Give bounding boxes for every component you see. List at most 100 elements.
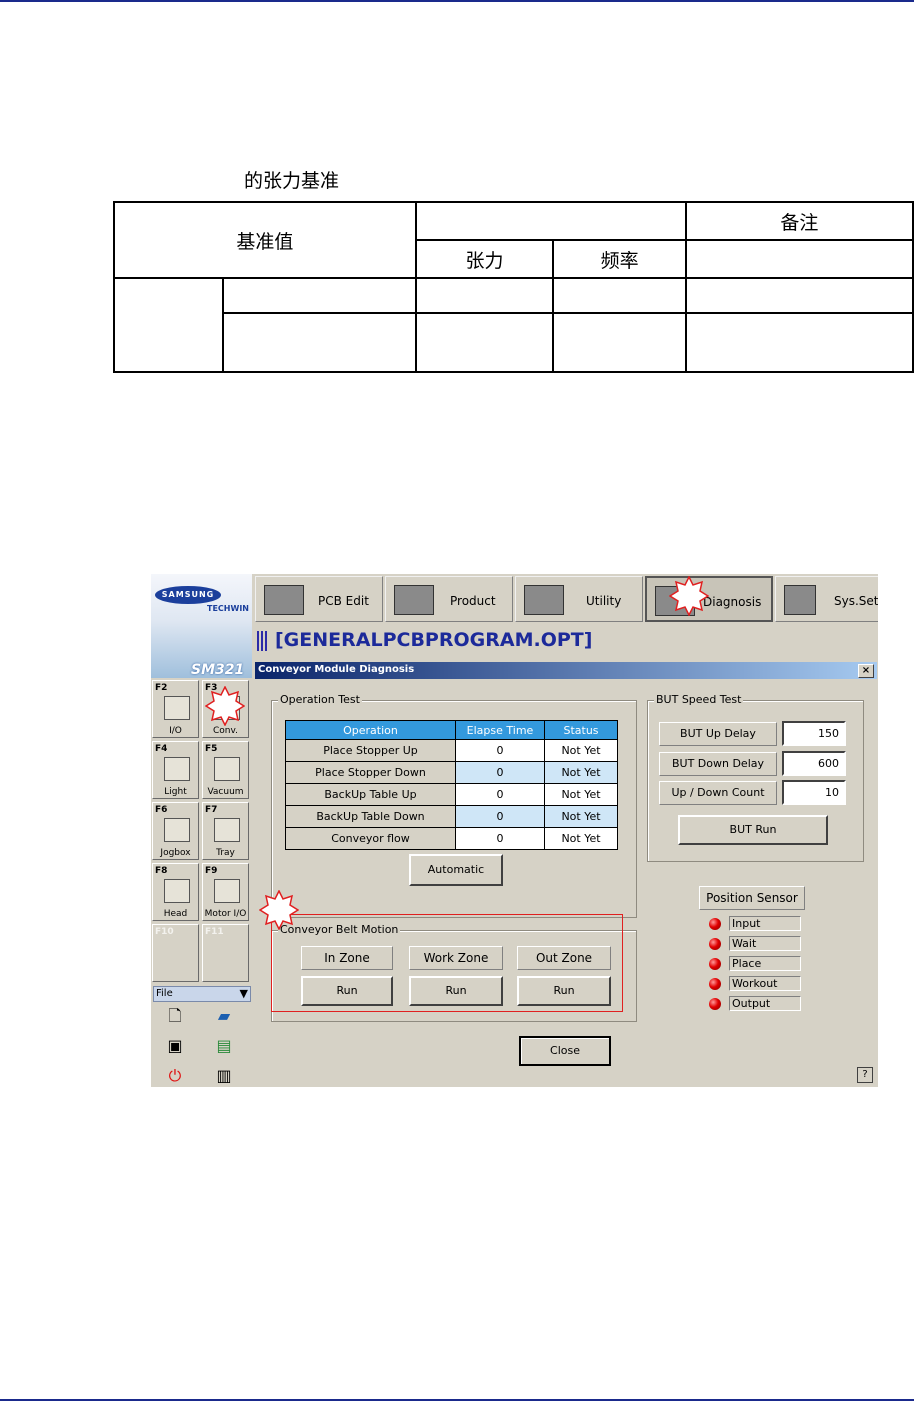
operation-table: Operation Elapse Time Status Place Stopp…: [285, 720, 618, 850]
power-icon[interactable]: ⏻: [164, 1066, 186, 1086]
sensor-workout: Workout: [729, 976, 801, 991]
sensor-output: Output: [729, 996, 801, 1011]
fkey-label: Vacuum: [207, 787, 244, 797]
toolbar-sys-set[interactable]: Sys.Set: [775, 576, 878, 622]
close-button[interactable]: Close: [519, 1036, 611, 1066]
callout-star-icon: [669, 576, 709, 616]
sensor-led-icon: [709, 938, 721, 950]
toolbar-utility[interactable]: Utility: [515, 576, 643, 622]
save-icon[interactable]: ▣: [164, 1036, 186, 1056]
fkey-code: F9: [205, 866, 218, 876]
status-cell: Not Yet: [544, 739, 618, 762]
toolbar-label: Diagnosis: [703, 595, 762, 609]
utility-icon: [524, 585, 564, 615]
jogbox-icon: [164, 818, 190, 842]
but-run-button[interactable]: BUT Run: [678, 815, 828, 845]
dropdown-arrow-icon: ▼: [239, 987, 248, 1000]
product-icon: [394, 585, 434, 615]
head-icon: [164, 879, 190, 903]
toolbar-label: Product: [450, 594, 496, 608]
group-title: BUT Speed Test: [654, 693, 744, 706]
elapse-cell: 0: [455, 761, 545, 784]
grip-icon: [257, 631, 267, 651]
fkey-code: F6: [155, 805, 168, 815]
operation-cell: Place Stopper Down: [285, 761, 456, 784]
sensor-wait: Wait: [729, 936, 801, 951]
up-down-count-input[interactable]: 10: [782, 780, 846, 805]
table-cell: [113, 277, 224, 373]
fkey-motor-io[interactable]: F9 Motor I/O: [202, 863, 249, 921]
elapse-cell: 0: [455, 805, 545, 828]
fkey-label: Light: [164, 787, 187, 797]
fkey-io[interactable]: F2 I/O: [152, 680, 199, 738]
table-cell: [414, 277, 555, 314]
tray-icon: [214, 818, 240, 842]
close-icon[interactable]: ×: [858, 664, 874, 678]
samsung-logo: SAMSUNG: [155, 586, 221, 604]
fkey-light[interactable]: F4 Light: [152, 741, 199, 799]
print-icon[interactable]: ▥: [213, 1066, 235, 1086]
table-cell: [552, 277, 687, 314]
table-row[interactable]: BackUp Table Up 0 Not Yet: [285, 783, 618, 806]
file-menu[interactable]: File ▼: [153, 986, 251, 1002]
open-folder-icon[interactable]: ▰: [213, 1006, 235, 1026]
tension-table: 基准值 备注 张力 频率: [113, 201, 914, 373]
status-cell: Not Yet: [544, 805, 618, 828]
toolbar-product[interactable]: Product: [385, 576, 513, 622]
header-baseline: 基准值: [113, 201, 417, 279]
fkey-head[interactable]: F8 Head: [152, 863, 199, 921]
fkey-code: F5: [205, 744, 218, 754]
col-header: Elapse Time: [455, 720, 545, 740]
but-up-delay-input[interactable]: 150: [782, 721, 846, 746]
fkey-tray[interactable]: F7 Tray: [202, 802, 249, 860]
help-icon[interactable]: ?: [857, 1067, 873, 1083]
tension-caption: 的张力基准: [244, 170, 340, 192]
fkey-f11[interactable]: F11: [202, 924, 249, 982]
elapse-cell: 0: [455, 783, 545, 806]
header-measure: [414, 201, 687, 241]
toolbar-label: Utility: [586, 594, 622, 608]
table-row[interactable]: BackUp Table Down 0 Not Yet: [285, 805, 618, 828]
subheader-frequency: 频率: [552, 239, 687, 279]
header-remarks: 备注: [684, 201, 914, 241]
table-row[interactable]: Place Stopper Down 0 Not Yet: [285, 761, 618, 784]
status-cell: Not Yet: [544, 783, 618, 806]
light-icon: [164, 757, 190, 781]
sensor-led-icon: [709, 978, 721, 990]
table-row[interactable]: Conveyor flow 0 Not Yet: [285, 827, 618, 850]
fkey-code: F8: [155, 866, 168, 876]
table-cell: [684, 277, 914, 314]
operation-cell: BackUp Table Down: [285, 805, 456, 828]
but-up-delay-label: BUT Up Delay: [659, 722, 777, 746]
fkey-vacuum[interactable]: F5 Vacuum: [202, 741, 249, 799]
sys-set-icon: [784, 585, 816, 615]
fkey-code: F10: [155, 927, 174, 937]
group-title: Operation Test: [278, 693, 362, 706]
pcb-edit-icon: [264, 585, 304, 615]
automatic-button[interactable]: Automatic: [409, 854, 503, 886]
toolbar-diagnosis[interactable]: Diagnosis: [645, 576, 773, 622]
table-row[interactable]: Place Stopper Up 0 Not Yet: [285, 739, 618, 762]
logo-area: SAMSUNG TECHWIN SM321: [151, 574, 252, 678]
main-toolbar: PCB Edit Product Utility Diagnosis Sys.S…: [253, 574, 878, 624]
status-cell: Not Yet: [544, 827, 618, 850]
toolbar-label: PCB Edit: [318, 594, 369, 608]
dialog-title-bar: Conveyor Module Diagnosis ×: [255, 662, 877, 679]
elapse-cell: 0: [455, 739, 545, 762]
sensor-led-icon: [709, 998, 721, 1010]
toolbar-pcb-edit[interactable]: PCB Edit: [255, 576, 383, 622]
new-file-icon[interactable]: 🗋: [164, 1006, 186, 1026]
position-sensor-title: Position Sensor: [699, 886, 805, 910]
fkey-label: Jogbox: [160, 848, 191, 858]
col-header: Status: [544, 720, 618, 740]
fkey-jogbox[interactable]: F6 Jogbox: [152, 802, 199, 860]
subheader-empty: [684, 239, 914, 279]
table-cell: [684, 312, 914, 373]
program-title-bar: [GENERALPCBPROGRAM.OPT]: [253, 626, 878, 658]
but-down-delay-input[interactable]: 600: [782, 751, 846, 776]
save-as-icon[interactable]: ▤: [213, 1036, 235, 1056]
fkey-label: I/O: [169, 726, 182, 736]
table-cell: [552, 312, 687, 373]
header-rule: [0, 0, 914, 2]
fkey-f10[interactable]: F10: [152, 924, 199, 982]
